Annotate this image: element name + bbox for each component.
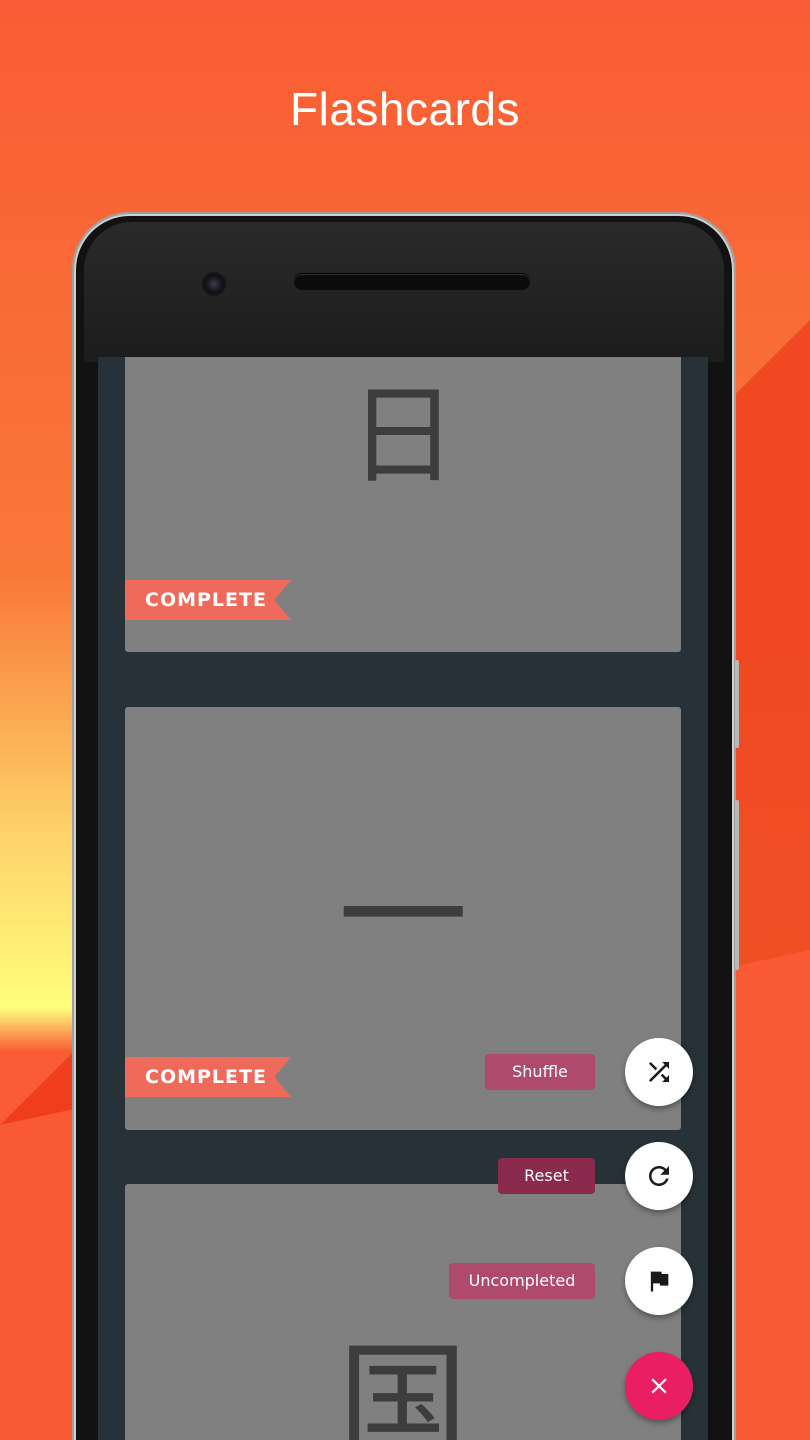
card-character: 日: [348, 374, 457, 499]
store-screenshot: Flashcards 日 COMPLETE 一 COMPLETE 国 Shuff…: [0, 0, 810, 1440]
volume-button: [735, 660, 739, 748]
uncompleted-label[interactable]: Uncompleted: [449, 1263, 595, 1299]
shuffle-label[interactable]: Shuffle: [485, 1054, 595, 1090]
reset-label[interactable]: Reset: [498, 1158, 595, 1194]
uncompleted-button[interactable]: [625, 1247, 693, 1315]
power-button: [735, 800, 739, 970]
flag-icon: [645, 1267, 673, 1295]
headline: Flashcards: [290, 83, 520, 135]
flashcard[interactable]: 一 COMPLETE: [125, 707, 681, 1130]
reset-button[interactable]: [625, 1142, 693, 1210]
close-icon: [646, 1373, 672, 1399]
app-screen: 日 COMPLETE 一 COMPLETE 国: [98, 357, 708, 1440]
flashcard[interactable]: 国: [125, 1184, 681, 1440]
camera-icon: [204, 274, 224, 294]
complete-ribbon: COMPLETE: [125, 580, 291, 620]
card-character: 国: [337, 1328, 468, 1440]
refresh-icon: [644, 1161, 674, 1191]
card-character: 一: [337, 841, 468, 993]
flashcard[interactable]: 日 COMPLETE: [125, 357, 681, 652]
close-menu-button[interactable]: [625, 1352, 693, 1420]
shuffle-icon: [644, 1057, 674, 1087]
shuffle-button[interactable]: [625, 1038, 693, 1106]
complete-ribbon: COMPLETE: [125, 1057, 291, 1097]
phone-top-bezel: [84, 222, 724, 362]
speaker-grille: [294, 274, 530, 290]
